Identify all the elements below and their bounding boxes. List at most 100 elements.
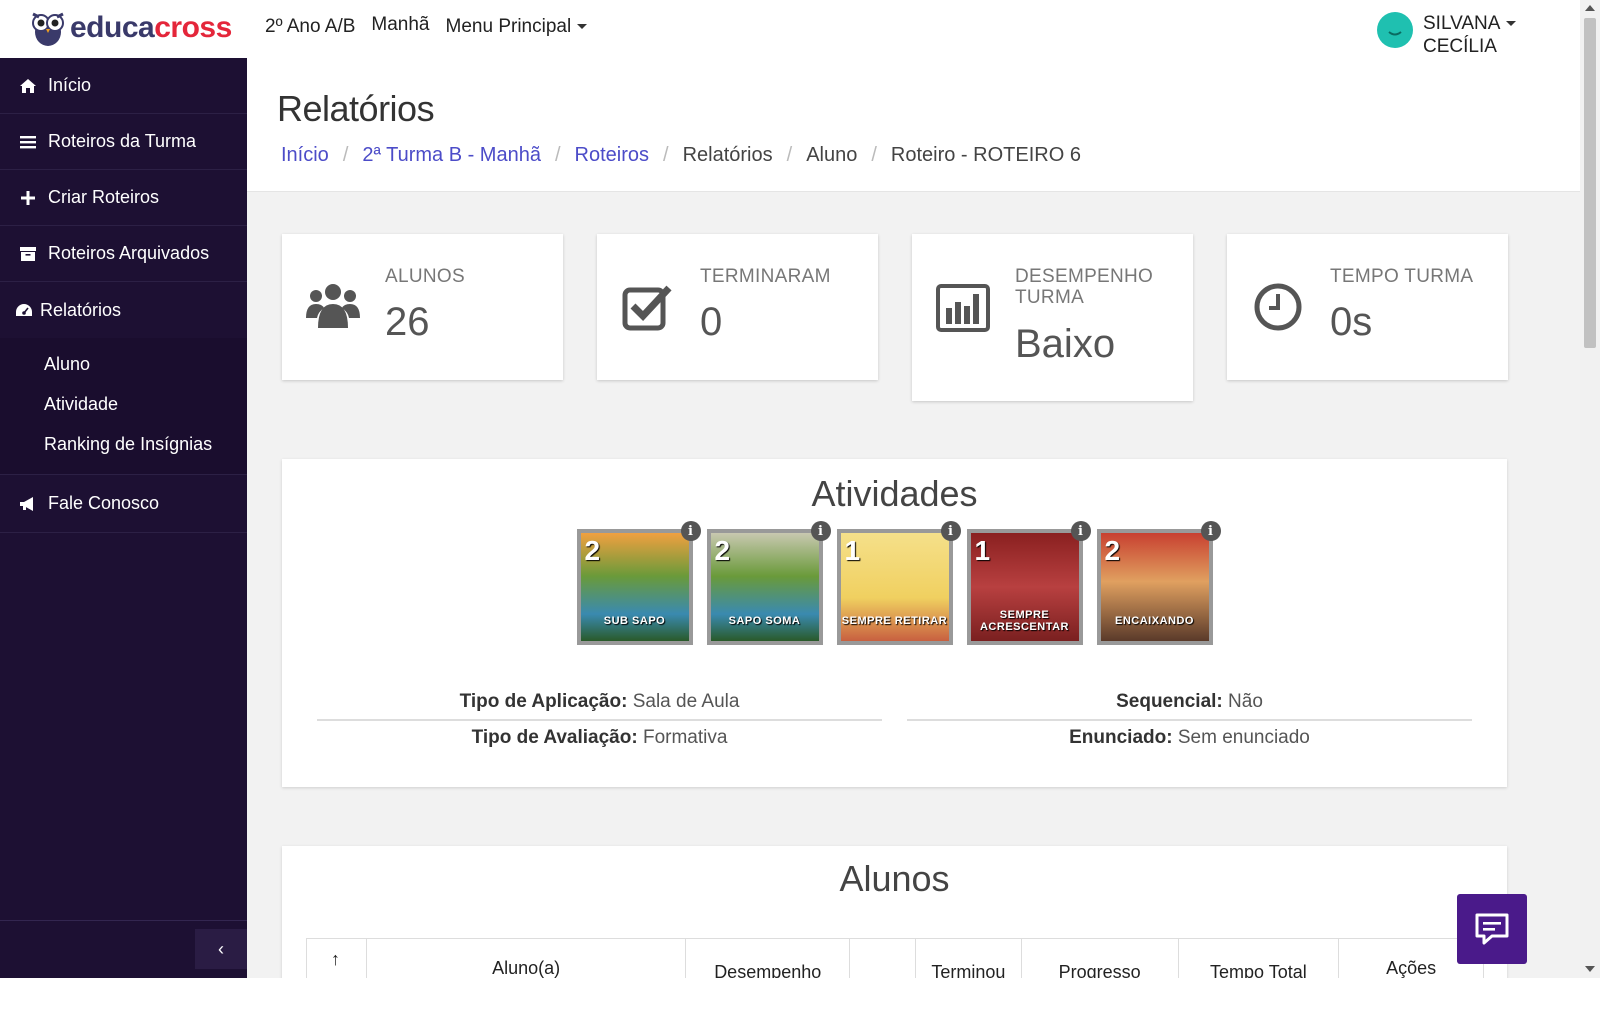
stat-label: DESEMPENHO TURMA <box>1015 266 1154 308</box>
activities-list: 2 SUB SAPO i 2 SAPO SOMA i 1 SEMPRE RETI… <box>282 521 1507 645</box>
breadcrumb-separator: / <box>554 144 561 166</box>
sidebar-item-label: Criar Roteiros <box>48 187 160 207</box>
info-icon[interactable]: i <box>1200 521 1221 541</box>
sidebar-item-criar-roteiros[interactable]: Criar Roteiros <box>0 170 247 226</box>
sidebar-subitem-atividade[interactable]: Atividade <box>0 384 247 424</box>
meta-sequencial: Sequencial: Não <box>907 685 1472 721</box>
activity-name: SEMPRE RETIRAR <box>841 615 948 627</box>
sidebar: Início Roteiros da Turma Criar Roteiros … <box>0 58 247 978</box>
students-title: Alunos <box>839 858 950 899</box>
breadcrumb-inicio[interactable]: Início <box>281 144 329 167</box>
activity-count: 2 <box>1104 535 1121 566</box>
activities-card: Atividades 2 SUB SAPO i 2 SAPO SOMA i 1 … <box>282 459 1507 787</box>
class-selector[interactable]: 2º Ano A/B <box>265 16 355 38</box>
sidebar-subitem-aluno[interactable]: Aluno <box>0 344 247 384</box>
sidebar-item-fale-conosco[interactable]: Fale Conosco <box>0 475 247 533</box>
info-icon[interactable]: i <box>810 521 831 541</box>
scroll-down-icon[interactable] <box>1585 966 1595 972</box>
main-menu-dropdown[interactable]: Menu Principal <box>446 16 588 38</box>
plus-icon <box>16 190 40 205</box>
users-icon <box>306 284 360 328</box>
stat-card-tempo: TEMPO TURMA 0s <box>1227 234 1508 380</box>
breadcrumb-relatorios: Relatórios <box>682 144 773 166</box>
students-card: Alunos ↑ Aluno(a) Desempenho Terminou Pr… <box>282 846 1507 978</box>
dashboard-icon <box>12 303 36 317</box>
sidebar-item-label: Roteiros da Turma <box>48 131 197 151</box>
smile-icon <box>1388 31 1402 36</box>
educacross-logo[interactable]: educacross <box>28 8 232 48</box>
user-first-name: SILVANA <box>1423 13 1501 34</box>
sidebar-item-roteiros-arquivados[interactable]: Roteiros Arquivados <box>0 226 247 282</box>
stat-value: 0 <box>700 300 723 344</box>
scroll-up-icon[interactable] <box>1585 5 1595 11</box>
activity-encaixando[interactable]: 2 ENCAIXANDO i <box>1096 521 1221 645</box>
sidebar-item-label: Fale Conosco <box>48 493 160 513</box>
sidebar-collapse-button[interactable]: ‹ <box>195 929 247 969</box>
activity-count: 1 <box>974 535 991 566</box>
meta-value: Formativa <box>642 727 728 748</box>
caret-down-icon <box>1506 21 1517 27</box>
column-sort-indicator[interactable]: ↑ <box>307 939 367 978</box>
breadcrumb-separator: / <box>871 144 877 166</box>
stat-value: 0s <box>1330 300 1373 344</box>
activity-count: 1 <box>844 535 861 566</box>
breadcrumb-turma[interactable]: 2ª Turma B - Manhã <box>362 144 541 167</box>
activity-sub-sapo[interactable]: 2 SUB SAPO i <box>576 521 701 645</box>
breadcrumb-roteiro: Roteiro - ROTEIRO 6 <box>890 144 1081 166</box>
activity-count: 2 <box>584 535 601 566</box>
main-content: Relatórios Início / 2ª Turma B - Manhã /… <box>247 58 1580 978</box>
sidebar-item-inicio[interactable]: Início <box>0 58 247 114</box>
students-table-header: ↑ Aluno(a) Desempenho Terminou Progresso… <box>306 938 1484 978</box>
activity-count: 2 <box>714 535 731 566</box>
caret-down-icon <box>577 24 588 30</box>
column-progresso[interactable]: Progresso <box>1022 939 1179 978</box>
activity-sempre-acrescentar[interactable]: 1 SEMPRE ACRESCENTAR i <box>966 521 1091 645</box>
stat-card-alunos: ALUNOS 26 <box>282 234 563 380</box>
stat-label: TERMINARAM <box>700 266 831 287</box>
stat-card-desempenho: DESEMPENHO TURMA Baixo <box>912 234 1193 401</box>
user-last-name: CECÍLIA <box>1423 36 1497 57</box>
info-icon[interactable]: i <box>1070 521 1091 541</box>
breadcrumb-separator: / <box>342 144 349 166</box>
megaphone-icon <box>16 496 40 511</box>
column-desempenho[interactable]: Desempenho <box>686 939 851 978</box>
info-icon[interactable]: i <box>680 521 701 541</box>
chat-icon <box>1475 913 1509 945</box>
top-bar: educacross 2º Ano A/B Manhã Menu Princip… <box>0 0 1580 58</box>
column-tempo-total[interactable]: Tempo Total <box>1179 939 1340 978</box>
sidebar-item-label: Início <box>48 75 92 95</box>
sidebar-item-relatorios[interactable]: Relatórios <box>0 282 247 338</box>
meta-label: Enunciado: <box>1069 727 1173 748</box>
scrollbar-thumb[interactable] <box>1584 18 1596 348</box>
meta-value: Sem enunciado <box>1177 727 1310 748</box>
activities-title: Atividades <box>811 473 978 514</box>
breadcrumb-separator: / <box>663 144 669 166</box>
period-selector[interactable]: Manhã <box>371 14 429 36</box>
column-terminou[interactable]: Terminou <box>916 939 1022 978</box>
chat-button[interactable] <box>1457 894 1527 964</box>
breadcrumb-roteiros[interactable]: Roteiros <box>575 144 649 167</box>
activity-sempre-retirar[interactable]: 1 SEMPRE RETIRAR i <box>836 521 961 645</box>
info-icon[interactable]: i <box>940 521 961 541</box>
sidebar-item-label: Relatórios <box>40 299 122 320</box>
sidebar-footer: ‹ <box>0 920 247 978</box>
avatar <box>1377 12 1413 48</box>
activity-sapo-soma[interactable]: 2 SAPO SOMA i <box>706 521 831 645</box>
meta-label: Sequencial: <box>1116 691 1223 712</box>
sidebar-item-roteiros-turma[interactable]: Roteiros da Turma <box>0 114 247 170</box>
sidebar-subitem-ranking-insignias[interactable]: Ranking de Insígnias <box>0 424 247 464</box>
top-nav: 2º Ano A/B Manhã Menu Principal <box>265 14 588 38</box>
home-icon <box>16 78 40 93</box>
user-menu[interactable]: SILVANA CECÍLIA <box>1377 12 1517 58</box>
sidebar-item-label: Roteiros Arquivados <box>48 243 210 263</box>
column-aluno[interactable]: Aluno(a) <box>367 939 687 978</box>
stat-value: 26 <box>385 300 430 344</box>
main-menu-label: Menu Principal <box>445 16 572 37</box>
meta-value: Sala de Aula <box>632 691 740 712</box>
activity-name: SUB SAPO <box>603 615 666 627</box>
breadcrumb-separator: / <box>786 144 793 166</box>
activity-name: SAPO SOMA <box>728 615 801 627</box>
activity-meta: Tipo de Aplicação: Sala de Aula Tipo de … <box>317 685 1472 757</box>
page-scrollbar[interactable] <box>1580 0 1600 978</box>
meta-label: Tipo de Aplicação: <box>459 691 628 712</box>
